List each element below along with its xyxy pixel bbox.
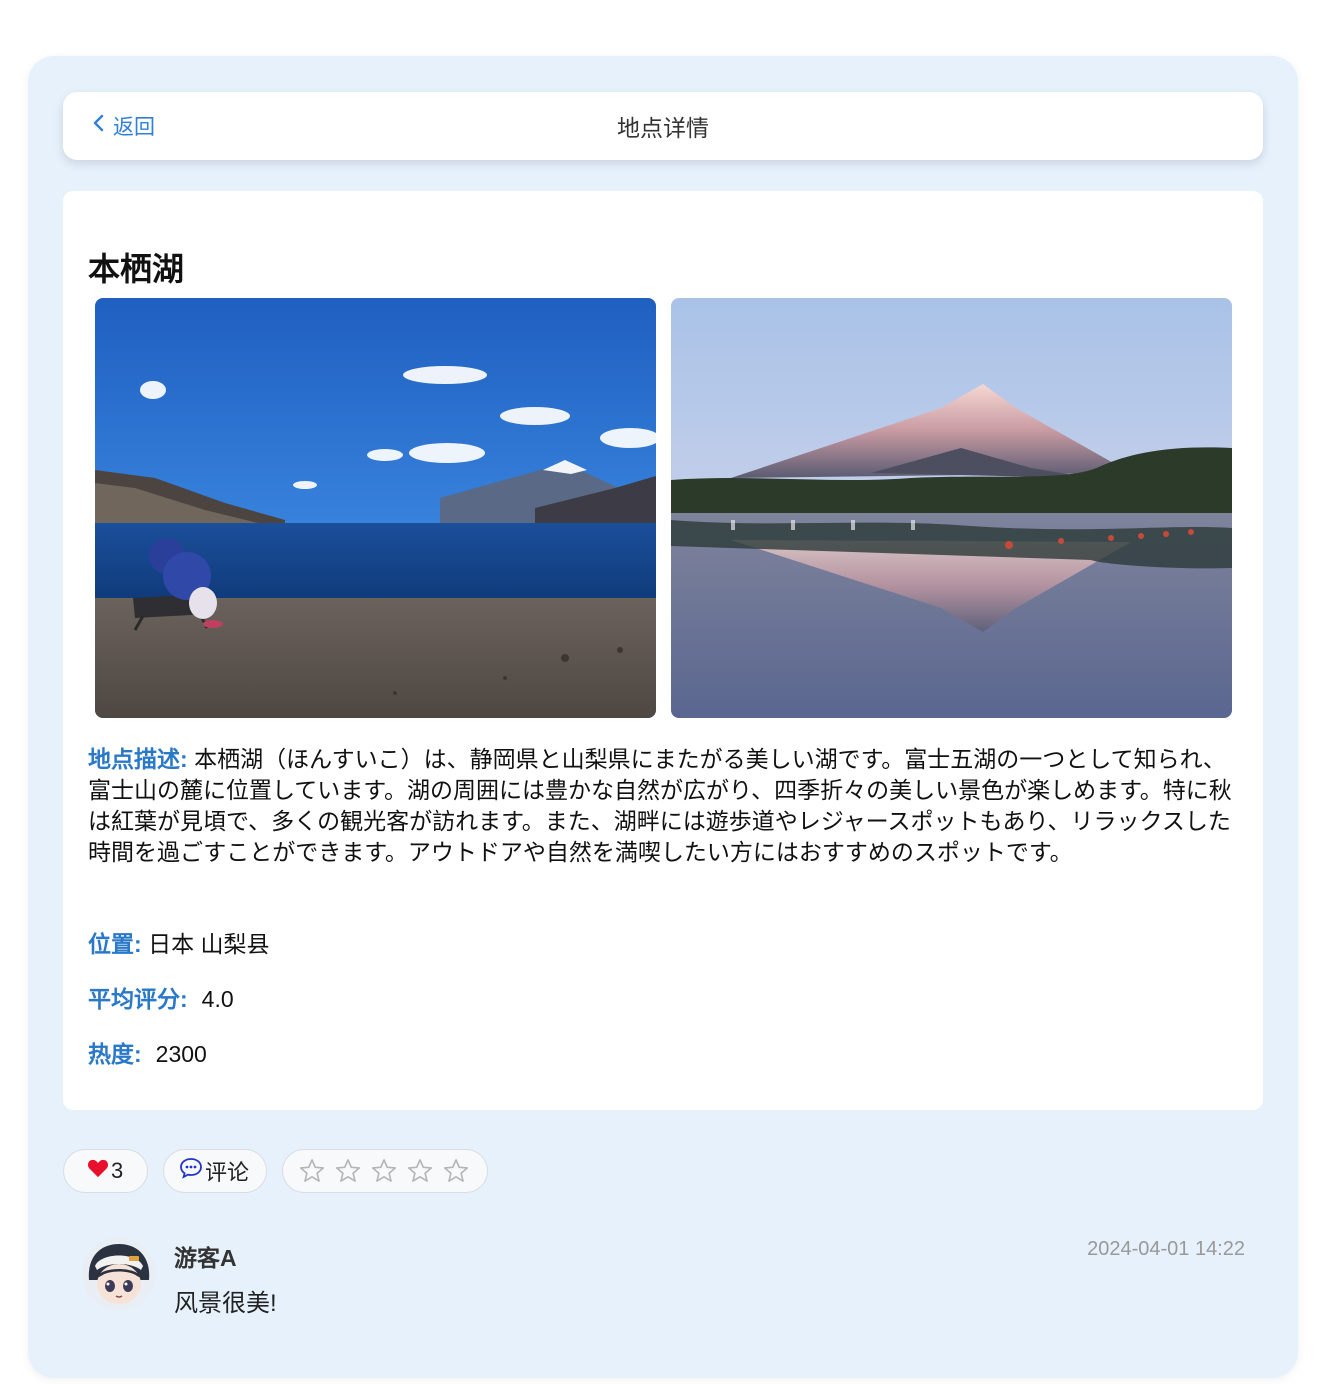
place-photo-1[interactable] — [95, 298, 656, 718]
description-text: 本栖湖（ほんすいこ）は、静岡県と山梨県にまたがる美しい湖です。富士五湖の一つとし… — [88, 746, 1232, 865]
comment-label: 评论 — [205, 1160, 250, 1185]
description-label: 地点描述: — [88, 746, 188, 772]
avatar[interactable] — [81, 1236, 157, 1312]
lake-motosu-beach-photo — [95, 298, 656, 718]
star-icon[interactable] — [298, 1157, 326, 1185]
like-count: 3 — [111, 1158, 124, 1183]
comment-username[interactable]: 游客A — [174, 1239, 237, 1273]
location-label: 位置: — [88, 931, 142, 957]
average-rating-value: 4.0 — [201, 986, 234, 1012]
location-row: 位置: 日本 山梨县 — [88, 925, 269, 959]
chat-bubble-icon — [179, 1157, 203, 1185]
heat-row: 热度: 2300 — [88, 1035, 207, 1069]
page-title: 地点详情 — [617, 115, 709, 141]
heat-label: 热度: — [88, 1041, 142, 1067]
star-icon[interactable] — [370, 1157, 398, 1185]
star-rating[interactable] — [282, 1149, 488, 1193]
top-nav-bar: 返回 地点详情 — [63, 92, 1263, 160]
place-name: 本栖湖 — [88, 251, 185, 287]
mount-fuji-reflection-photo — [671, 298, 1232, 718]
heat-value: 2300 — [155, 1041, 207, 1067]
average-rating-label: 平均评分: — [88, 986, 188, 1012]
place-description: 地点描述: 本栖湖（ほんすいこ）は、静岡県と山梨県にまたがる美しい湖です。富士五… — [88, 744, 1248, 868]
comment-timestamp: 2024-04-01 14:22 — [1087, 1238, 1245, 1260]
average-rating-row: 平均评分: 4.0 — [88, 980, 234, 1014]
place-photo-2[interactable] — [671, 298, 1232, 718]
comment-button[interactable]: 评论 — [163, 1149, 267, 1193]
star-icon[interactable] — [334, 1157, 362, 1185]
location-value: 日本 山梨县 — [148, 931, 270, 957]
heart-icon — [87, 1158, 109, 1184]
star-icon[interactable] — [442, 1157, 470, 1185]
star-icon[interactable] — [406, 1157, 434, 1185]
page-container: 返回 地点详情 本栖湖 地点描述: 本栖湖（ほんすいこ）は、静岡県と山梨県にまた… — [28, 56, 1298, 1378]
like-button[interactable]: 3 — [63, 1149, 148, 1193]
comment-text: 风景很美! — [174, 1290, 277, 1317]
place-detail-card: 本栖湖 地点描述: 本栖湖（ほんすいこ）は、静岡県と山梨県にまたがる美しい湖です… — [63, 191, 1263, 1110]
